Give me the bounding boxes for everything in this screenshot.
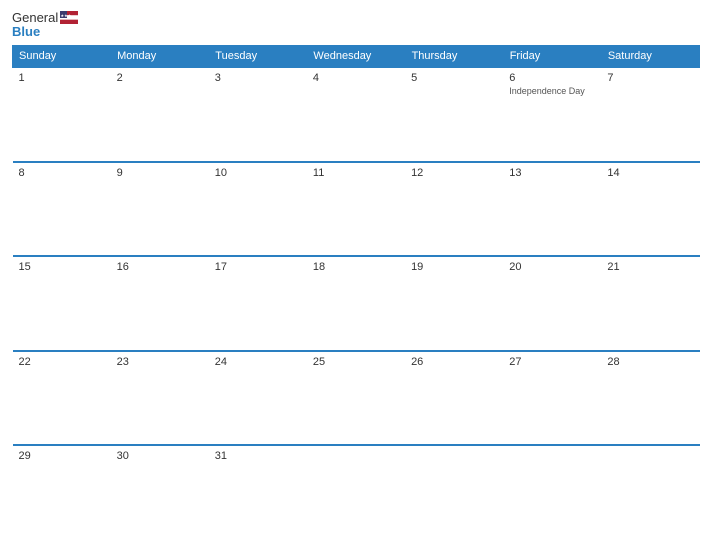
day-number: 4 [313,72,399,84]
day-header-sunday: Sunday [13,46,111,68]
calendar-table: SundayMondayTuesdayWednesdayThursdayFrid… [12,45,700,540]
day-header-friday: Friday [503,46,601,68]
calendar-cell: 3 [209,67,307,162]
day-number: 21 [607,261,693,273]
calendar-week-row: 29 30 31 [13,445,700,540]
day-number: 1 [19,72,105,84]
calendar-cell: 29 [13,445,111,540]
calendar-cell: 5 [405,67,503,162]
calendar-cell: 2 [111,67,209,162]
calendar-cell: 19 [405,256,503,351]
calendar-cell: 14 [601,162,699,257]
logo: General ★★★ Blue [12,10,78,39]
day-header-wednesday: Wednesday [307,46,405,68]
day-number: 8 [19,167,105,179]
calendar-cell: 10 [209,162,307,257]
day-number: 10 [215,167,301,179]
day-number: 18 [313,261,399,273]
svg-text:★★★: ★★★ [61,13,72,18]
calendar-cell: 21 [601,256,699,351]
calendar-cell [405,445,503,540]
day-number: 20 [509,261,595,273]
calendar-cell: 7 [601,67,699,162]
day-header-saturday: Saturday [601,46,699,68]
calendar-cell: 20 [503,256,601,351]
calendar-header: General ★★★ Blue [12,10,700,39]
day-number: 12 [411,167,497,179]
calendar-week-row: 22 23 24 25 26 27 28 [13,351,700,446]
calendar-cell: 22 [13,351,111,446]
calendar-cell: 6 Independence Day [503,67,601,162]
day-number: 7 [607,72,693,84]
day-number: 24 [215,356,301,368]
calendar-cell: 23 [111,351,209,446]
calendar-cell: 1 [13,67,111,162]
calendar-cell: 30 [111,445,209,540]
calendar-cell: 12 [405,162,503,257]
calendar-cell: 15 [13,256,111,351]
holiday-name: Independence Day [509,86,595,96]
calendar-cell: 16 [111,256,209,351]
logo-blue-text: Blue [12,24,40,40]
day-number: 6 [509,72,595,84]
day-number: 5 [411,72,497,84]
day-number: 27 [509,356,595,368]
flag-icon: ★★★ [60,11,78,24]
calendar-cell [601,445,699,540]
calendar-cell: 13 [503,162,601,257]
calendar-cell [503,445,601,540]
calendar-page: General ★★★ Blue Sund [0,0,712,550]
day-number: 26 [411,356,497,368]
calendar-cell: 9 [111,162,209,257]
calendar-cell [307,445,405,540]
day-number: 29 [19,450,105,462]
day-number: 16 [117,261,203,273]
day-number: 22 [19,356,105,368]
day-number: 25 [313,356,399,368]
day-number: 9 [117,167,203,179]
calendar-week-row: 89 10 11 12 13 14 [13,162,700,257]
day-number: 17 [215,261,301,273]
calendar-cell: 4 [307,67,405,162]
day-number: 13 [509,167,595,179]
day-number: 31 [215,450,301,462]
calendar-cell: 11 [307,162,405,257]
day-number: 15 [19,261,105,273]
day-number: 30 [117,450,203,462]
calendar-cell: 26 [405,351,503,446]
day-number: 19 [411,261,497,273]
calendar-header-row: SundayMondayTuesdayWednesdayThursdayFrid… [13,46,700,68]
day-number: 23 [117,356,203,368]
calendar-cell: 25 [307,351,405,446]
calendar-cell: 18 [307,256,405,351]
calendar-cell: 27 [503,351,601,446]
day-number: 14 [607,167,693,179]
calendar-cell: 28 [601,351,699,446]
day-header-tuesday: Tuesday [209,46,307,68]
day-header-thursday: Thursday [405,46,503,68]
day-number: 3 [215,72,301,84]
calendar-cell: 31 [209,445,307,540]
calendar-cell: 17 [209,256,307,351]
day-header-monday: Monday [111,46,209,68]
calendar-week-row: 123456 Independence Day 7 [13,67,700,162]
calendar-cell: 8 [13,162,111,257]
day-number: 28 [607,356,693,368]
calendar-week-row: 15 16 17 18 19 20 21 [13,256,700,351]
day-number: 2 [117,72,203,84]
calendar-cell: 24 [209,351,307,446]
day-number: 11 [313,167,399,179]
